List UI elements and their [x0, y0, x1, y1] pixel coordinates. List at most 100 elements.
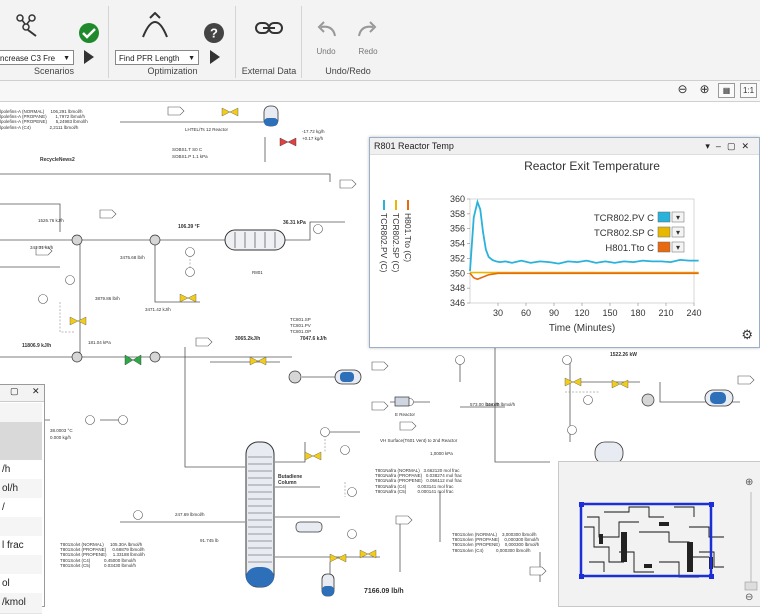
- redo-button-label[interactable]: Redo: [353, 47, 383, 56]
- valve-icon: [179, 293, 189, 303]
- x-tick-label: 210: [658, 308, 673, 318]
- left-legend-label: TCR802.SP (C): [391, 213, 401, 273]
- property-row[interactable]: /kmol: [0, 593, 42, 614]
- rate-label-3: 3475.68 lb/h: [120, 255, 145, 260]
- help-icon[interactable]: ?: [203, 22, 225, 44]
- property-row[interactable]: [0, 441, 42, 462]
- maximize-icon[interactable]: ▢: [727, 141, 742, 151]
- hot-pressure-label: 1,0000 kPa: [430, 451, 453, 456]
- window-controls: ▾–▢✕: [705, 138, 755, 154]
- reactor-stream-label: LHTEL/Ts 12 Reactor: [185, 127, 229, 132]
- trend-window-titlebar[interactable]: R801 Reactor Temp ▾–▢✕: [370, 138, 759, 155]
- check-icon[interactable]: [78, 22, 100, 44]
- close-icon[interactable]: ✕: [32, 386, 40, 397]
- property-row[interactable]: /: [0, 498, 42, 519]
- optimization-dropdown[interactable]: Find PFR Length ▼: [115, 50, 199, 65]
- legend-swatch: [657, 241, 671, 253]
- trend-chart: Reactor Exit Temperature 346 348 350 352 354 3…: [379, 159, 702, 334]
- big-flow-value: 7166.09 lb/h: [364, 588, 404, 595]
- mixer-icon: [124, 354, 134, 366]
- undo-icon[interactable]: [313, 20, 339, 40]
- run-scenario-button[interactable]: [84, 50, 94, 64]
- controller-icon: [347, 529, 357, 539]
- flow-label-2: 247.69 lbmol/h: [175, 512, 205, 517]
- trend-window[interactable]: R801 Reactor Temp ▾–▢✕ Reactor Exit Temp…: [369, 137, 760, 348]
- valve-icon: [249, 356, 259, 366]
- property-row[interactable]: [0, 403, 42, 424]
- chevron-down-icon: ▾: [676, 228, 680, 237]
- controller-icon: [347, 487, 357, 497]
- stream-arrow-icon: [371, 361, 389, 371]
- run-optimization-button[interactable]: [210, 50, 220, 64]
- property-row[interactable]: ol/h: [0, 479, 42, 500]
- optimization-label: Optimization: [147, 66, 198, 76]
- zoom-in-icon[interactable]: ⊕: [696, 83, 713, 98]
- controller-icon: [38, 294, 48, 304]
- zoom-out-icon[interactable]: ⊖: [674, 83, 691, 98]
- valve-icon: [69, 316, 79, 326]
- chevron-down-icon: ▼: [63, 55, 70, 62]
- undo-redo-group: Undo Redo Undo/Redo: [303, 6, 393, 78]
- valve-icon: [304, 451, 314, 461]
- controller-icon: [455, 355, 465, 365]
- duty-label: 3471.42 kJ/h: [145, 307, 171, 312]
- stream-table-lower: T801Solvt (NORMAL) 105.30A lbmol/h T801S…: [60, 542, 145, 568]
- y-tick-label: 354: [450, 239, 465, 249]
- duty-label-3: 7047.6 kJ/h: [300, 336, 327, 342]
- hx-unit-icon: [394, 396, 410, 407]
- legend-label: H801.Tto C: [605, 243, 654, 254]
- reflux-drum-icon: [704, 389, 734, 407]
- fit-view-icon[interactable]: ▦: [718, 83, 735, 98]
- property-panel[interactable]: ▢ ✕ /h ol/h / l frac ol/kmol: [0, 384, 45, 614]
- cooler-icon: [71, 351, 83, 363]
- column-name-label: Butadiene Column: [278, 474, 303, 486]
- property-row[interactable]: /h: [0, 460, 42, 481]
- y-tick-label: 360: [450, 194, 465, 204]
- property-row[interactable]: [0, 555, 42, 576]
- redo-icon[interactable]: [355, 20, 381, 40]
- link-icon[interactable]: [254, 18, 284, 38]
- heater-icon: [149, 234, 161, 246]
- relief-valve-icon: [279, 137, 289, 147]
- scenario-dropdown[interactable]: ncrease C3 Fre ▼: [0, 50, 74, 65]
- controller-icon: [185, 267, 195, 277]
- series-line-H801.Tto C: [469, 272, 699, 281]
- reactor-value-2: TC801.PV: [290, 323, 311, 328]
- optimization-group: ? Find PFR Length ▼ Optimization: [110, 6, 236, 78]
- heat-exchanger-icon: [295, 521, 323, 533]
- stream-table-right: T801Solvn (NORMAL) 3,000300 lbmol/h T801…: [452, 532, 540, 553]
- svg-text:?: ?: [210, 26, 218, 41]
- overview-minimap[interactable]: ⊕ ⊖: [558, 461, 760, 607]
- controller-icon: [320, 427, 330, 437]
- x-tick-label: 120: [574, 308, 589, 318]
- property-row[interactable]: ol: [0, 574, 42, 595]
- controller-icon: [85, 415, 95, 425]
- rate-label-5: 11806.9 kJ/h: [22, 343, 52, 349]
- minimize-icon[interactable]: ▢: [10, 386, 19, 397]
- heater-icon: [71, 234, 83, 246]
- property-row[interactable]: [0, 517, 42, 538]
- top-value-2: SOBS1.P 1.1 kPa: [172, 154, 208, 159]
- y-tick-label: 350: [450, 268, 465, 278]
- property-row[interactable]: l frac: [0, 536, 42, 557]
- x-tick-label: 240: [686, 308, 701, 318]
- minimize-icon[interactable]: –: [716, 141, 727, 151]
- actual-size-button[interactable]: 1:1: [740, 83, 757, 98]
- flow-label-3: 91.745 lb: [200, 538, 219, 543]
- zoom-in-icon[interactable]: ⊕: [745, 477, 753, 488]
- undo-button-label[interactable]: Undo: [311, 47, 341, 56]
- close-icon[interactable]: ✕: [741, 141, 755, 151]
- duty-label-2: 3065.2kJ/h: [235, 336, 261, 342]
- zoom-out-icon[interactable]: ⊖: [745, 592, 753, 603]
- controller-icon: [313, 224, 323, 234]
- recycle-label: RecycleNews2: [40, 157, 75, 163]
- property-row[interactable]: [0, 422, 42, 443]
- chevron-down-icon[interactable]: ▾: [705, 141, 716, 151]
- scenario-tool-icon[interactable]: [14, 12, 40, 38]
- valve-icon: [221, 107, 231, 117]
- optimization-curve-icon[interactable]: [140, 12, 170, 40]
- gear-icon[interactable]: ⚙: [741, 327, 753, 343]
- stream-arrow-icon: [737, 375, 755, 385]
- controller-icon: [133, 510, 143, 520]
- external-data-group: External Data: [237, 6, 302, 78]
